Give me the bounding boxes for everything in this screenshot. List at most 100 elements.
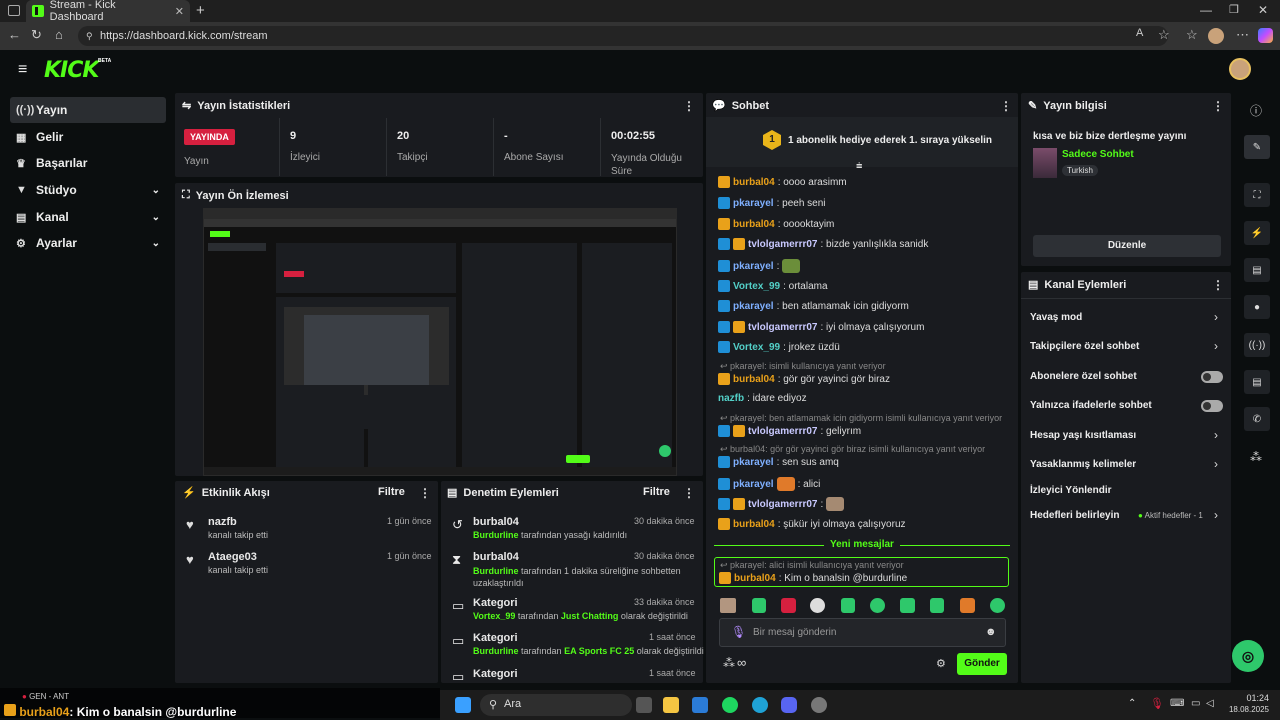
back-icon[interactable]: ← (8, 27, 21, 42)
stream-category[interactable]: Sadece Sohbet (1062, 149, 1134, 160)
chat-message[interactable]: pkarayel: (718, 259, 801, 273)
keyboard-icon[interactable]: ⌨ (1170, 698, 1184, 709)
chat-message[interactable]: pkarayel: ben atlamamak icin gidiyorm (718, 300, 909, 312)
moderation-menu-icon[interactable]: ⋮ (683, 486, 695, 500)
favorites-bar-icon[interactable]: ☆ (1186, 27, 1198, 43)
actions-widget-icon[interactable]: ▤ (1244, 370, 1270, 394)
user-avatar[interactable] (1229, 58, 1251, 80)
spotify-icon[interactable] (722, 697, 738, 713)
mod-item-name[interactable]: burbal04 (473, 516, 519, 528)
chat-username[interactable]: pkarayel (733, 261, 774, 272)
send-button[interactable]: Gönder (957, 653, 1007, 675)
task-view-icon[interactable] (636, 697, 652, 713)
chat-message[interactable]: nazfb: idare ediyoz (718, 393, 807, 404)
tools-widget-icon[interactable]: ✆ (1244, 407, 1270, 431)
mod-item-name[interactable]: Kategori (473, 632, 518, 644)
tag-chip[interactable]: Turkish (1062, 165, 1098, 176)
emote-2[interactable] (781, 598, 796, 613)
chat-username[interactable]: tvlolgamerrr07 (748, 322, 817, 333)
chat-message[interactable]: tvlolgamerrr07: iyi olmaya çalışıyorum (718, 321, 924, 333)
volume-icon[interactable]: ◁ (1206, 698, 1214, 709)
obs-icon[interactable] (811, 697, 827, 713)
browser-tab[interactable]: Stream - Kick Dashboard ✕ (26, 0, 190, 23)
sidebar-item-ayarlar[interactable]: ⚙ Ayarlar ⌄ (10, 230, 166, 256)
moderation-filter-button[interactable]: Filtre (643, 486, 670, 498)
mod-actor[interactable]: Burdurline (473, 646, 519, 656)
stream-preview-video[interactable] (203, 208, 677, 476)
chat-username[interactable]: tvlolgamerrr07 (748, 499, 817, 510)
emote-4[interactable] (841, 598, 855, 613)
mod-actor[interactable]: Burdurline (473, 530, 519, 540)
emotes-only-toggle[interactable] (1201, 400, 1223, 412)
chat-message[interactable]: burbal04: şükür iyi olmaya çalışıyoruz (718, 518, 906, 530)
close-tab-icon[interactable]: ✕ (175, 5, 184, 18)
channel-actions-menu-icon[interactable]: ⋮ (1212, 278, 1224, 292)
chat-message[interactable]: pkarayel: alici (718, 477, 820, 491)
profile-avatar[interactable] (1208, 28, 1224, 44)
chat-username[interactable]: tvlolgamerrr07 (748, 239, 817, 250)
emote-7[interactable] (930, 598, 944, 613)
restore-icon[interactable]: ❐ (1229, 3, 1239, 16)
home-icon[interactable]: ⌂ (55, 27, 63, 42)
minimize-icon[interactable]: — (1200, 3, 1212, 17)
emote-1[interactable] (752, 598, 766, 613)
network-icon[interactable]: ▭ (1191, 698, 1200, 709)
sidebar-item-gelir[interactable]: ▦ Gelir (10, 124, 166, 150)
chat-username[interactable]: Vortex_99 (733, 342, 780, 353)
chat-message[interactable]: burbal04: ooooktayim (718, 218, 834, 230)
stats-menu-icon[interactable]: ⋮ (683, 99, 695, 113)
chat-username[interactable]: nazfb (718, 393, 744, 404)
chat-username[interactable]: tvlolgamerrr07 (748, 426, 817, 437)
chat-widget-icon[interactable]: ● (1244, 295, 1270, 319)
chat-message[interactable]: tvlolgamerrr07: (718, 497, 845, 511)
emoji-icon[interactable]: ☻ (985, 626, 997, 638)
action-host-channel[interactable]: İzleyici Yönlendir (1030, 485, 1112, 496)
info-icon[interactable]: ⓘ (1250, 102, 1262, 119)
moderation-widget-icon[interactable]: ▤ (1244, 258, 1270, 282)
activity-widget-icon[interactable]: ⚡ (1244, 221, 1270, 245)
discord-icon[interactable] (781, 697, 797, 713)
mic-tray-icon[interactable]: 🎙 (1150, 697, 1164, 710)
action-subscribers-only[interactable]: Abonelere özel sohbet (1030, 371, 1137, 382)
favorite-icon[interactable]: ☆ (1158, 27, 1170, 43)
mod-item-name[interactable]: Kategori (473, 597, 518, 609)
clock-date[interactable]: 18.08.2025 (1217, 705, 1269, 714)
chat-username[interactable]: pkarayel (733, 301, 774, 312)
menu-icon[interactable]: ≡ (18, 61, 27, 79)
file-explorer-icon[interactable] (663, 697, 679, 713)
chat-username[interactable]: pkarayel (733, 198, 774, 209)
mod-item-name[interactable]: burbal04 (473, 551, 519, 563)
activity-name[interactable]: Ataege03 (208, 551, 257, 563)
chat-username[interactable]: Vortex_99 (733, 281, 780, 292)
mod-actor[interactable]: Burdurline (473, 566, 519, 576)
chat-menu-icon[interactable]: ⋮ (1000, 99, 1012, 113)
more-icon[interactable]: ⋯ (1236, 27, 1249, 43)
chat-message[interactable]: tvlolgamerrr07: bizde yanlışlıkla sanidk (718, 238, 928, 250)
emote-8[interactable] (960, 598, 975, 613)
chat-username[interactable]: pkarayel (733, 457, 774, 468)
category-thumbnail[interactable] (1033, 148, 1057, 178)
support-button[interactable]: ◎ (1232, 640, 1264, 672)
more-widgets-icon[interactable]: ⁂ (1250, 450, 1262, 464)
broadcast-widget-icon[interactable]: ((·)) (1244, 333, 1270, 357)
url-field[interactable]: https://dashboard.kick.com/stream (78, 26, 1168, 46)
close-window-icon[interactable]: ✕ (1258, 3, 1268, 17)
emote-avatar[interactable] (720, 598, 736, 613)
clock-time[interactable]: 01:24 (1229, 693, 1269, 703)
kick-points-icon[interactable]: ⁂ (723, 656, 735, 670)
microphone-icon[interactable]: 🎙 (731, 625, 746, 639)
edge-icon[interactable] (752, 697, 768, 713)
mod-item-name[interactable]: Kategori (473, 668, 518, 682)
chat-username[interactable]: burbal04 (733, 519, 775, 530)
kick-logo[interactable]: KICK (44, 58, 99, 83)
chat-username[interactable]: burbal04 (733, 219, 775, 230)
activity-filter-button[interactable]: Filtre (378, 486, 405, 498)
chat-username[interactable]: pkarayel (733, 479, 774, 490)
activity-name[interactable]: nazfb (208, 516, 237, 528)
subscribers-only-toggle[interactable] (1201, 371, 1223, 383)
taskbar-search[interactable] (480, 694, 632, 716)
new-tab-icon[interactable]: + (196, 2, 205, 19)
action-followers-only[interactable]: Takipçilere özel sohbet (1030, 341, 1139, 352)
start-icon[interactable] (455, 697, 471, 713)
tray-chevron-icon[interactable]: ⌃ (1128, 698, 1136, 709)
